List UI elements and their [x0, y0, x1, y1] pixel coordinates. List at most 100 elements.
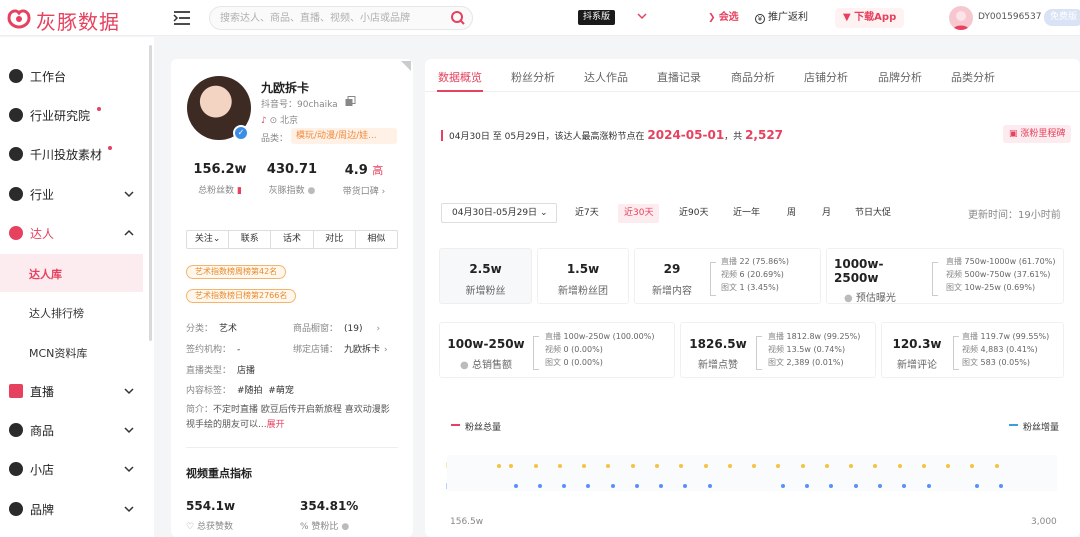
sidebar-item-shop[interactable]: 小店 — [0, 450, 145, 488]
video-marker[interactable] — [558, 464, 562, 468]
video-marker[interactable] — [873, 464, 877, 468]
video-marker[interactable] — [606, 464, 610, 468]
video-marker[interactable] — [825, 464, 829, 468]
fan-peak-notice: 04月30日 至 05月29日，该达人最高涨粉节点在 2024-05-01，共 … — [441, 128, 783, 142]
live-marker[interactable] — [635, 484, 639, 488]
rank-badge-daily[interactable]: 艺术指数榜日榜第2766名 — [186, 289, 297, 303]
vip-link[interactable]: ❯ 会选 — [708, 11, 739, 25]
copy-icon[interactable] — [345, 96, 356, 107]
live-marker[interactable] — [586, 484, 590, 488]
info-bound-store[interactable]: 绑定店铺： 九欧拆卡 › — [293, 342, 388, 355]
chevron-down-icon[interactable] — [636, 10, 648, 22]
tab-works[interactable]: 达人作品 — [584, 69, 628, 85]
tab-category-analysis[interactable]: 品类分析 — [951, 69, 995, 85]
video-marker[interactable] — [995, 464, 999, 468]
video-marker[interactable] — [509, 464, 513, 468]
tab-live-records[interactable]: 直播记录 — [657, 69, 701, 85]
period-7d[interactable]: 近7天 — [569, 204, 605, 223]
video-marker[interactable] — [922, 464, 926, 468]
video-marker[interactable] — [898, 464, 902, 468]
live-marker[interactable] — [927, 484, 931, 488]
user-id[interactable]: DY001596537 — [978, 12, 1041, 22]
user-avatar[interactable] — [949, 6, 973, 30]
sidebar-item-brand[interactable]: 品牌 — [0, 490, 145, 528]
live-marker[interactable] — [829, 484, 833, 488]
live-marker[interactable] — [538, 484, 542, 488]
period-90d[interactable]: 近90天 — [673, 204, 714, 223]
info-showcase[interactable]: 商品橱窗： (19) › — [293, 321, 380, 334]
period-festival[interactable]: 节日大促 — [849, 204, 897, 223]
live-marker[interactable] — [611, 484, 615, 488]
tab-product-analysis[interactable]: 商品分析 — [731, 69, 775, 85]
period-week[interactable]: 周 — [781, 204, 802, 223]
compare-button[interactable]: 对比 — [314, 231, 356, 248]
similar-button[interactable]: 相似 — [356, 231, 397, 248]
video-marker[interactable] — [704, 464, 708, 468]
live-marker[interactable] — [854, 484, 858, 488]
expand-link[interactable]: 展开 — [267, 420, 285, 430]
live-marker[interactable] — [659, 484, 663, 488]
video-marker[interactable] — [655, 464, 659, 468]
period-30d[interactable]: 近30天 — [618, 204, 660, 223]
rank-badge-weekly[interactable]: 艺术指数榜周榜第42名 — [186, 265, 287, 279]
sidebar-item-product[interactable]: 商品 — [0, 411, 145, 449]
menu-toggle-icon[interactable] — [172, 9, 192, 27]
video-marker[interactable] — [849, 464, 853, 468]
video-marker[interactable] — [728, 464, 732, 468]
sidebar-item-influencer[interactable]: 达人 — [0, 214, 145, 252]
tab-store-analysis[interactable]: 店铺分析 — [804, 69, 848, 85]
sidebar-item-research[interactable]: 行业研究院 — [0, 96, 145, 134]
video-marker[interactable] — [534, 464, 538, 468]
legend-fan-increment[interactable]: 粉丝增量 — [1009, 420, 1059, 433]
platform-badge[interactable]: 抖系版 — [578, 10, 616, 25]
video-marker[interactable] — [582, 464, 586, 468]
tab-brand-analysis[interactable]: 品牌分析 — [878, 69, 922, 85]
live-marker[interactable] — [902, 484, 906, 488]
video-marker[interactable] — [776, 464, 780, 468]
date-range-picker[interactable]: 04月30日-05月29日 ⌄ — [441, 203, 557, 223]
contact-button[interactable]: 联系 — [229, 231, 272, 248]
period-1y[interactable]: 近一年 — [727, 204, 766, 223]
sidebar-item-live[interactable]: 直播 — [0, 372, 145, 410]
live-marker[interactable] — [683, 484, 687, 488]
search-box[interactable] — [209, 6, 473, 30]
y-axis-left-label: 156.5w — [450, 517, 484, 527]
live-marker[interactable] — [562, 484, 566, 488]
sidebar-scrollbar[interactable] — [149, 45, 152, 341]
video-marker[interactable] — [752, 464, 756, 468]
live-marker[interactable] — [805, 484, 809, 488]
live-marker[interactable] — [514, 484, 518, 488]
tab-overview[interactable]: 数据概览 — [438, 69, 482, 85]
video-marker[interactable] — [970, 464, 974, 468]
search-input[interactable] — [220, 10, 440, 26]
live-marker[interactable] — [781, 484, 785, 488]
rebate-link[interactable]: ¥ 推广返利 — [755, 11, 808, 25]
sidebar-item-qianchuan[interactable]: 千川投放素材 — [0, 135, 145, 173]
sidebar-subitem-mcn[interactable]: MCN资料库 — [0, 333, 143, 371]
video-marker[interactable] — [679, 464, 683, 468]
legend-total-fans[interactable]: 粉丝总量 — [451, 420, 501, 433]
sidebar-item-industry[interactable]: 行业 — [0, 175, 145, 213]
download-app-button[interactable]: ▼ 下载App — [835, 8, 905, 28]
tab-fan-analysis[interactable]: 粉丝分析 — [511, 69, 555, 85]
live-marker[interactable] — [975, 484, 979, 488]
logo[interactable]: 灰豚数据 — [6, 5, 142, 34]
video-marker[interactable] — [801, 464, 805, 468]
plan-badge[interactable]: 免费版 — [1044, 9, 1080, 26]
video-marker[interactable] — [946, 464, 950, 468]
follow-button[interactable]: 关注⌄ — [187, 231, 230, 248]
stat-reputation[interactable]: 4.9 高带货口碑 › — [328, 162, 400, 197]
video-marker[interactable] — [497, 464, 501, 468]
sidebar-subitem-influencer-ranking[interactable]: 达人排行榜 — [0, 293, 143, 331]
live-marker[interactable] — [999, 484, 1003, 488]
video-marker[interactable] — [631, 464, 635, 468]
help-icon: ● — [341, 522, 350, 532]
script-button[interactable]: 话术 — [271, 231, 314, 248]
sidebar-subitem-influencer-library[interactable]: 达人库 — [0, 254, 143, 292]
period-month[interactable]: 月 — [816, 204, 837, 223]
sidebar-item-workbench[interactable]: 工作台 — [0, 57, 145, 95]
search-icon[interactable] — [450, 10, 466, 26]
live-marker[interactable] — [878, 484, 882, 488]
fan-milestone-button[interactable]: ▣ 涨粉里程碑 — [1003, 125, 1072, 143]
live-marker[interactable] — [708, 484, 712, 488]
